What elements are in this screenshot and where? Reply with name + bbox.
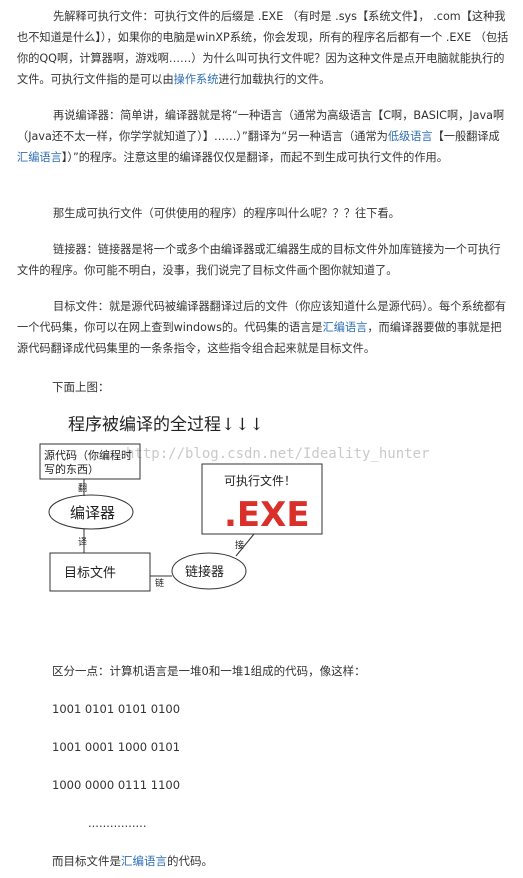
compile-process-diagram: 程序被编译的全过程↓↓↓ http://blog.csdn.net/Ideali… bbox=[39, 415, 429, 592]
link-assembly-language[interactable]: 汇编语言 bbox=[323, 321, 368, 334]
link-assembly-language[interactable]: 汇编语言 bbox=[17, 151, 62, 164]
compiler-label: 编译器 bbox=[70, 504, 115, 522]
binary-code-line-1: 1001 0101 0101 0100 bbox=[52, 702, 181, 716]
link-operating-system[interactable]: 操作系统 bbox=[174, 73, 219, 86]
text-segment: 】）”的程序。注意这里的编译器仅仅是翻译，而起不到生成可执行文件的作用。 bbox=[61, 151, 448, 164]
exe-box-label: 可执行文件！ bbox=[224, 473, 296, 488]
label-fan: 翻 bbox=[78, 483, 87, 494]
label-jie: 接 bbox=[235, 539, 244, 551]
text-segment: 【一般翻译成 bbox=[432, 130, 500, 143]
link-assembly-language[interactable]: 汇编语言 bbox=[121, 854, 167, 868]
source-code-label-line1: 源代码（你编程时 bbox=[44, 448, 132, 462]
distinguish-note: 区分一点：计算机语言是一堆0和一堆1组成的代码，像这样： bbox=[52, 664, 366, 678]
text-segment: 链接器：链接器是将一个或多个由编译器或汇编器生成的目标文件外加库链接为一个可执行… bbox=[17, 243, 501, 277]
paragraph-compiler: 再说编译器：简单讲，编译器就是将“一种语言（通常为高级语言【C啊，BASIC啊，… bbox=[17, 105, 509, 168]
final-sentence: 而目标文件是汇编语言的代码。 bbox=[52, 852, 213, 870]
binary-code-line-3: 1000 0000 0111 1100 bbox=[52, 778, 181, 792]
label-lian: 链 bbox=[155, 577, 164, 589]
paragraph-object-file: 目标文件：就是源代码被编译器翻译过后的文件（你应该知道什么是源代码）。每个系统都… bbox=[17, 296, 509, 359]
source-code-label-line2: 写的东西） bbox=[44, 462, 99, 476]
below-picture-label: 下面上图： bbox=[52, 380, 110, 394]
diagram-title: 程序被编译的全过程↓↓↓ bbox=[68, 415, 264, 435]
final-before: 而目标文件是 bbox=[52, 854, 121, 868]
watermark: http://blog.csdn.net/Ideality_hunter bbox=[126, 446, 429, 462]
exe-red-text: .EXE bbox=[224, 495, 310, 535]
link-low-level-language[interactable]: 低级语言 bbox=[388, 130, 433, 143]
binary-code-line-2: 1001 0001 1000 0101 bbox=[52, 740, 181, 754]
linker-label: 链接器 bbox=[185, 564, 224, 580]
paragraph-linker: 链接器：链接器是将一个或多个由编译器或汇编器生成的目标文件外加库链接为一个可执行… bbox=[17, 239, 509, 281]
paragraph-question: 那生成可执行文件（可供使用的程序）的程序叫什么呢？？？往下看。 bbox=[17, 203, 509, 224]
ellipsis-dots: ................ bbox=[88, 816, 147, 830]
paragraph-executable-file: 先解释可执行文件：可执行文件的后缀是 .EXE （有时是 .sys【系统文件】，… bbox=[17, 6, 509, 90]
text-segment: 那生成可执行文件（可供使用的程序）的程序叫什么呢？？？往下看。 bbox=[53, 207, 400, 220]
final-after: 的代码。 bbox=[167, 854, 213, 868]
text-segment: 进行加载执行的文件。 bbox=[218, 73, 331, 86]
label-yi: 译 bbox=[78, 537, 87, 548]
target-file-label: 目标文件 bbox=[64, 566, 116, 581]
